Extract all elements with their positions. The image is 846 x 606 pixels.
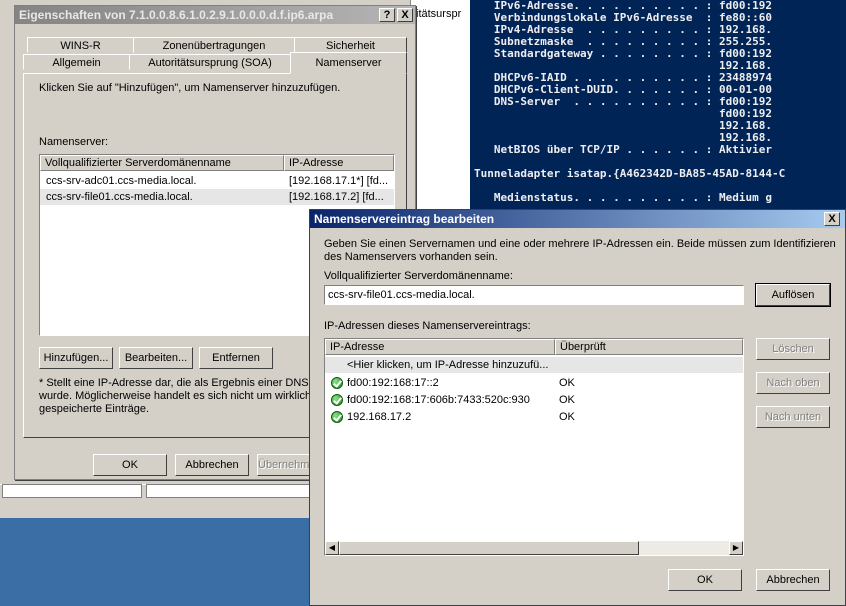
scroll-thumb[interactable] xyxy=(339,541,639,555)
background-window-text: itätsurspr xyxy=(416,8,462,20)
properties-titlebar[interactable]: Eigenschaften von 7.1.0.0.8.6.1.0.2.9.1.… xyxy=(15,6,415,24)
edit-nameserver-dialog: Namenservereintrag bearbeiten X Geben Si… xyxy=(309,209,846,606)
help-button[interactable]: ? xyxy=(379,8,395,22)
ip-list-label: IP-Adressen dieses Namenservereintrags: xyxy=(324,320,531,332)
table-row[interactable]: fd00:192:168:17::2 OK xyxy=(325,375,743,391)
check-icon xyxy=(331,394,343,406)
intro-line: des Namenservers vorhanden sein. xyxy=(324,251,498,263)
row-ip: [192.168.17.2] [fd... xyxy=(289,191,384,203)
fqdn-label: Vollqualifizierter Serverdomänenname: xyxy=(324,270,513,282)
ok-button[interactable]: OK xyxy=(93,454,167,476)
row-ip: [192.168.17.1*] [fd... xyxy=(289,175,389,187)
delete-button[interactable]: Löschen xyxy=(756,338,830,360)
tab-soa[interactable]: Autoritätsursprung (SOA) xyxy=(129,54,291,70)
check-icon xyxy=(331,411,343,423)
edit-button[interactable]: Bearbeiten... xyxy=(119,347,193,369)
row-fqdn: ccs-srv-file01.ccs-media.local. xyxy=(46,191,193,203)
column-ip[interactable]: IP-Adresse xyxy=(284,155,394,171)
edit-dialog-intro: Geben Sie einen Servernamen und eine ode… xyxy=(324,238,836,264)
column-ip-address[interactable]: IP-Adresse xyxy=(325,339,555,355)
scroll-right-icon[interactable]: ▶ xyxy=(729,541,743,555)
table-row[interactable]: ccs-srv-file01.ccs-media.local. [192.168… xyxy=(40,189,394,205)
row-ip-address: fd00:192:168:17::2 xyxy=(347,377,439,389)
add-ip-placeholder: <Hier klicken, um IP-Adresse hinzuzufü..… xyxy=(347,359,549,371)
row-ip-address: fd00:192:168:17:606b:7433:520c:930 xyxy=(347,394,530,406)
add-button[interactable]: Hinzufügen... xyxy=(39,347,113,369)
note-line: wurde. Möglicherweise handelt es sich ni… xyxy=(39,390,318,402)
nameserver-list-label: Namenserver: xyxy=(39,136,109,148)
close-button[interactable]: X xyxy=(397,8,413,22)
properties-title: Eigenschaften von 7.1.0.0.8.6.1.0.2.9.1.… xyxy=(19,8,334,22)
column-verified[interactable]: Überprüft xyxy=(555,339,743,355)
instruction-text: Klicken Sie auf "Hinzufügen", um Namense… xyxy=(39,82,341,94)
add-ip-row[interactable]: <Hier klicken, um IP-Adresse hinzuzufü..… xyxy=(325,357,743,373)
row-verified: OK xyxy=(559,394,575,406)
console-output: IPv6-Adresse. . . . . . . . . . : fd00:1… xyxy=(474,0,786,204)
horizontal-scrollbar[interactable]: ◀ ▶ xyxy=(325,541,743,555)
apply-button[interactable]: Übernehmen xyxy=(257,454,313,476)
move-down-button[interactable]: Nach unten xyxy=(756,406,830,428)
row-verified: OK xyxy=(559,377,575,389)
column-fqdn[interactable]: Vollqualifizierter Serverdomänenname xyxy=(40,155,284,171)
table-row[interactable]: ccs-srv-adc01.ccs-media.local. [192.168.… xyxy=(40,173,394,189)
resolve-button[interactable]: Auflösen xyxy=(755,283,831,307)
background-field-left xyxy=(2,484,142,498)
move-up-button[interactable]: Nach oben xyxy=(756,372,830,394)
tab-wins-r[interactable]: WINS-R xyxy=(27,37,134,53)
remove-button[interactable]: Entfernen xyxy=(199,347,273,369)
edit-cancel-button[interactable]: Abbrechen xyxy=(756,569,830,591)
ip-address-list[interactable]: IP-Adresse Überprüft <Hier klicken, um I… xyxy=(324,338,744,556)
tab-general[interactable]: Allgemein xyxy=(23,54,130,70)
edit-dialog-close-button[interactable]: X xyxy=(824,212,840,226)
nameserver-list-header: Vollqualifizierter Serverdomänenname IP-… xyxy=(40,155,394,171)
edit-ok-button[interactable]: OK xyxy=(668,569,742,591)
edit-dialog-titlebar[interactable]: Namenservereintrag bearbeiten X xyxy=(310,210,845,228)
intro-line: Geben Sie einen Servernamen und eine ode… xyxy=(324,238,836,250)
note-line: gespeicherte Einträge. xyxy=(39,403,150,415)
scroll-left-icon[interactable]: ◀ xyxy=(325,541,339,555)
row-verified: OK xyxy=(559,411,575,423)
ip-list-header: IP-Adresse Überprüft xyxy=(325,339,743,355)
edit-dialog-title: Namenservereintrag bearbeiten xyxy=(314,212,495,226)
tab-zone-transfers[interactable]: Zonenübertragungen xyxy=(133,37,295,53)
row-ip-address: 192.168.17.2 xyxy=(347,411,412,423)
row-fqdn: ccs-srv-adc01.ccs-media.local. xyxy=(46,175,197,187)
table-row[interactable]: 192.168.17.2 OK xyxy=(325,409,743,425)
table-row[interactable]: fd00:192:168:17:606b:7433:520c:930 OK xyxy=(325,392,743,408)
check-icon xyxy=(331,377,343,389)
note-text: * Stellt eine IP-Adresse dar, die als Er… xyxy=(39,377,339,416)
tab-nameservers[interactable]: Namenserver xyxy=(290,52,407,74)
cancel-button[interactable]: Abbrechen xyxy=(175,454,249,476)
fqdn-input[interactable]: ccs-srv-file01.ccs-media.local. xyxy=(324,285,744,305)
note-line: * Stellt eine IP-Adresse dar, die als Er… xyxy=(39,377,326,389)
tab-security[interactable]: Sicherheit xyxy=(294,37,407,53)
